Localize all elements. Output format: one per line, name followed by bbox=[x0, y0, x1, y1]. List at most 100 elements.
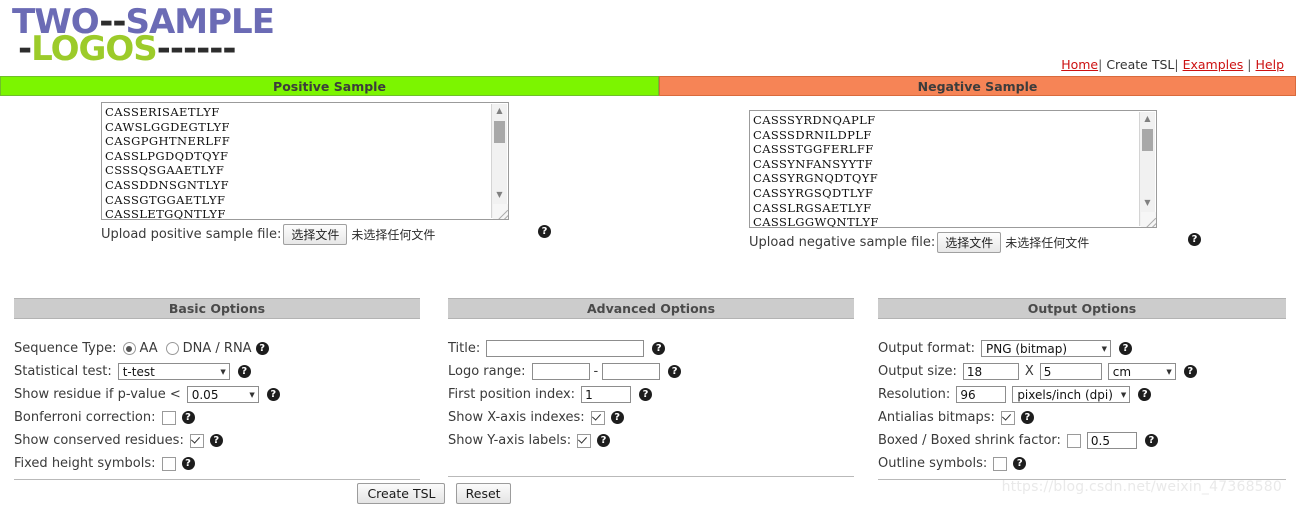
positive-textarea-scrollbar[interactable]: ▲ ▼ bbox=[491, 104, 507, 218]
question-mark-icon[interactable]: ? bbox=[181, 457, 195, 470]
sequence-line: CASSYRGNQDTQYF bbox=[753, 171, 879, 186]
checkbox-antialias-bitmaps[interactable] bbox=[1000, 410, 1015, 425]
question-mark-icon[interactable]: ? bbox=[538, 225, 551, 238]
sequence-line: CASSLETGQNTLYF bbox=[105, 207, 226, 220]
p-value-row: Show residue if p-value < 0.05 ▼ ? bbox=[14, 383, 420, 406]
negative-upload-row: Upload negative sample file: 选择文件 未选择任何文件 bbox=[749, 232, 1089, 253]
question-mark-icon[interactable]: ? bbox=[209, 434, 223, 447]
nav-link-home[interactable]: Home bbox=[1061, 57, 1098, 72]
question-mark-icon[interactable]: ? bbox=[1183, 365, 1197, 378]
question-mark-icon[interactable]: ? bbox=[237, 365, 251, 378]
textarea-resize-grip[interactable] bbox=[1141, 212, 1156, 227]
conserved-residues-row: Show conserved residues: ? bbox=[14, 429, 420, 452]
chevron-down-icon: ▼ bbox=[1120, 390, 1127, 399]
question-mark-icon[interactable]: ? bbox=[255, 342, 269, 355]
nav-link-examples[interactable]: Examples bbox=[1183, 57, 1244, 72]
first-position-input[interactable]: 1 bbox=[581, 386, 632, 403]
scrollbar-thumb[interactable] bbox=[494, 121, 505, 143]
boxed-label: Boxed / Boxed shrink factor: bbox=[878, 433, 1061, 448]
logo-range-to-input[interactable] bbox=[602, 363, 661, 380]
checkbox-fixed-height-symbols[interactable] bbox=[161, 456, 176, 471]
statistical-test-select[interactable]: t-test ▼ bbox=[117, 363, 230, 380]
scrollbar-thumb[interactable] bbox=[1142, 129, 1153, 151]
boxed-shrink-factor-input[interactable]: 0.5 bbox=[1086, 432, 1137, 449]
positive-sequence-textarea[interactable]: CASSERISAETLYF CAWSLGGDEGTLYF CASGPGHTNE… bbox=[101, 102, 509, 220]
sequence-line: CASSERISAETLYF bbox=[105, 105, 220, 119]
positive-choose-file-button[interactable]: 选择文件 bbox=[283, 224, 348, 245]
scroll-up-arrow-icon[interactable]: ▲ bbox=[492, 104, 507, 118]
output-size-unit-select[interactable]: cm ▼ bbox=[1107, 363, 1176, 380]
antialias-row: Antialias bitmaps: ? bbox=[878, 406, 1286, 429]
question-mark-icon[interactable]: ? bbox=[1119, 342, 1133, 355]
reset-button[interactable]: Reset bbox=[455, 483, 511, 504]
logo-range-label: Logo range: bbox=[448, 364, 526, 379]
sample-banner-row: Positive Sample Negative Sample bbox=[0, 76, 1296, 98]
question-mark-icon[interactable]: ? bbox=[1138, 388, 1152, 401]
radio-sequence-type-aa[interactable] bbox=[122, 342, 136, 355]
chevron-down-icon: ▼ bbox=[1101, 344, 1108, 353]
nav-link-help[interactable]: Help bbox=[1256, 57, 1285, 72]
nav-link-create-tsl[interactable]: Create TSL bbox=[1106, 57, 1174, 72]
advanced-options-panel: Advanced Options Title: ? Logo range: - … bbox=[434, 298, 868, 480]
question-mark-icon[interactable]: ? bbox=[652, 342, 666, 355]
site-logo: TWO--SAMPLE -LOGOS------ bbox=[12, 2, 275, 69]
question-mark-icon[interactable]: ? bbox=[266, 388, 280, 401]
logo-range-row: Logo range: - ? bbox=[448, 360, 854, 383]
resolution-unit-value: pixels/inch (dpi) bbox=[1017, 387, 1113, 402]
checkbox-boxed[interactable] bbox=[1066, 433, 1081, 448]
output-options-title: Output Options bbox=[878, 298, 1286, 319]
question-mark-icon[interactable]: ? bbox=[1013, 457, 1027, 470]
question-mark-icon[interactable]: ? bbox=[639, 388, 653, 401]
scroll-down-arrow-icon[interactable]: ▼ bbox=[492, 188, 507, 202]
output-size-unit-value: cm bbox=[1112, 364, 1132, 379]
logo-line-two: -LOGOS------ bbox=[18, 29, 237, 69]
output-format-label: Output format: bbox=[878, 341, 976, 356]
negative-textarea-scrollbar[interactable]: ▲ ▼ bbox=[1139, 112, 1155, 226]
checkbox-outline-symbols[interactable] bbox=[993, 456, 1008, 471]
checkbox-show-y-axis-labels[interactable] bbox=[577, 433, 592, 448]
question-mark-icon[interactable]: ? bbox=[1144, 434, 1158, 447]
resolution-unit-select[interactable]: pixels/inch (dpi) ▼ bbox=[1012, 386, 1131, 403]
statistical-test-value: t-test bbox=[122, 364, 155, 379]
title-row: Title: ? bbox=[448, 337, 854, 360]
checkbox-show-conserved-residues[interactable] bbox=[189, 433, 204, 448]
positive-upload-label: Upload positive sample file: bbox=[101, 227, 282, 242]
textarea-resize-grip[interactable] bbox=[493, 204, 508, 219]
scroll-down-arrow-icon[interactable]: ▼ bbox=[1140, 196, 1155, 210]
logo-dash-left: - bbox=[18, 29, 32, 69]
question-mark-icon[interactable]: ? bbox=[668, 365, 682, 378]
output-options-body: Output format: PNG (bitmap) ▼ ? Output si… bbox=[878, 337, 1286, 480]
question-mark-icon[interactable]: ? bbox=[1188, 233, 1201, 246]
positive-file-status: 未选择任何文件 bbox=[351, 228, 436, 242]
p-value-select[interactable]: 0.05 ▼ bbox=[186, 386, 259, 403]
output-size-width-input[interactable]: 18 bbox=[962, 363, 1019, 380]
boxed-row: Boxed / Boxed shrink factor: 0.5 ? bbox=[878, 429, 1286, 452]
radio-sequence-type-dna-rna[interactable] bbox=[165, 342, 179, 355]
negative-sequence-textarea[interactable]: CASSSYRDNQAPLF CASSSDRNILDPLF CASSSTGGFE… bbox=[749, 110, 1157, 228]
output-format-select[interactable]: PNG (bitmap) ▼ bbox=[981, 340, 1112, 357]
logo-range-from-input[interactable] bbox=[531, 363, 590, 380]
question-mark-icon[interactable]: ? bbox=[610, 411, 624, 424]
fixed-height-row: Fixed height symbols: ? bbox=[14, 452, 420, 475]
checkbox-bonferroni-correction[interactable] bbox=[161, 410, 176, 425]
negative-choose-file-button[interactable]: 选择文件 bbox=[937, 232, 1002, 253]
positive-sample-banner: Positive Sample bbox=[0, 76, 659, 96]
negative-sample-banner: Negative Sample bbox=[659, 76, 1296, 96]
scroll-up-arrow-icon[interactable]: ▲ bbox=[1140, 112, 1155, 126]
output-size-height-input[interactable]: 5 bbox=[1039, 363, 1102, 380]
resolution-input[interactable]: 96 bbox=[956, 386, 1007, 403]
sequence-line: CASSYRGSQDTLYF bbox=[753, 185, 874, 200]
sequence-line: CASSLGGWQNTLYF bbox=[753, 215, 879, 228]
sequence-line: CAWSLGGDEGTLYF bbox=[105, 119, 230, 134]
question-mark-icon[interactable]: ? bbox=[1020, 411, 1034, 424]
output-options-panel: Output Options Output format: PNG (bitma… bbox=[868, 298, 1296, 480]
title-input[interactable] bbox=[486, 340, 645, 357]
positive-upload-row: Upload positive sample file: 选择文件 未选择任何文件 bbox=[101, 224, 435, 245]
question-mark-icon[interactable]: ? bbox=[181, 411, 195, 424]
question-mark-icon[interactable]: ? bbox=[597, 434, 611, 447]
sequence-line: CASSSDRNILDPLF bbox=[753, 127, 872, 142]
form-action-buttons: Create TSL Reset bbox=[0, 483, 868, 504]
logo-dash-right: ------ bbox=[156, 29, 237, 69]
checkbox-show-x-axis-indexes[interactable] bbox=[590, 410, 605, 425]
create-tsl-button[interactable]: Create TSL bbox=[357, 483, 446, 504]
